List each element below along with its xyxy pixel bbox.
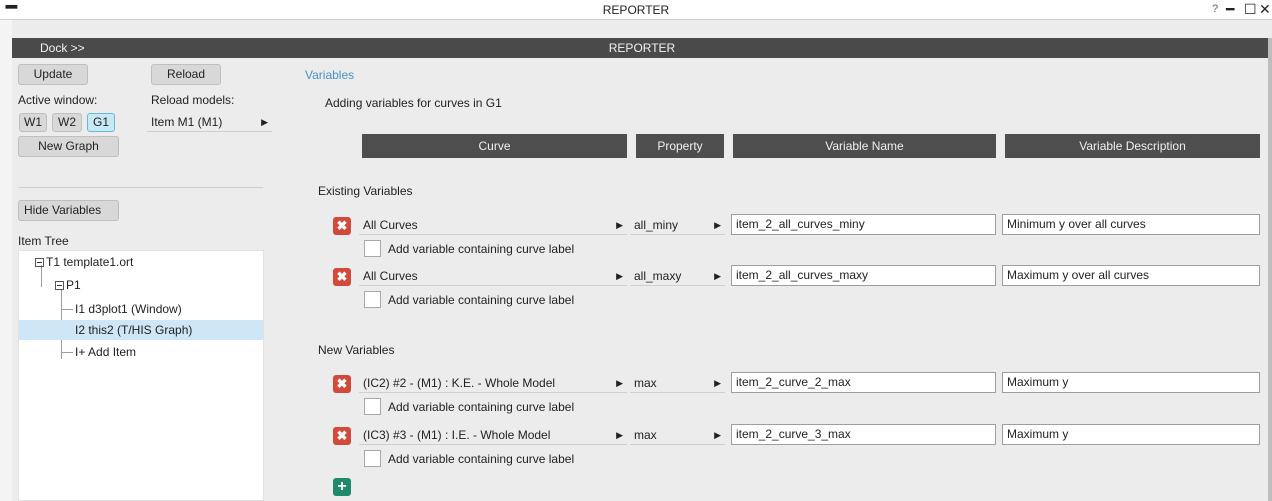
dock-button[interactable]: Dock >> [40,41,85,55]
delete-variable-button[interactable]: ✖ [333,268,351,286]
item-tree: T1 template1.ort P1 I1 d3plot1 (Window) … [18,250,264,501]
curve-value: (IC2) #2 - (M1) : K.E. - Whole Model [363,376,556,390]
left-edge [0,20,12,501]
variable-name-field[interactable]: item_2_curve_2_max [731,372,996,393]
collapse-icon[interactable] [35,258,44,267]
divider [18,187,263,188]
tree-connector [61,352,73,353]
property-dropdown[interactable]: max ▶ [630,373,725,393]
variable-description-field[interactable]: Maximum y [1002,424,1260,445]
variable-name-field[interactable]: item_2_all_curves_miny [731,214,996,235]
delete-variable-button[interactable]: ✖ [333,375,351,393]
curve-label-checkbox-label: Add variable containing curve label [388,293,575,307]
right-edge [1268,38,1272,501]
dropdown-arrow-icon: ▶ [616,271,623,281]
curve-value: All Curves [363,269,418,283]
variables-link[interactable]: Variables [305,68,354,82]
variable-name-field[interactable]: item_2_all_curves_maxy [731,265,996,286]
tree-node-label: I1 d3plot1 (Window) [75,302,182,316]
update-button[interactable]: Update [18,64,88,85]
help-icon[interactable]: ? [1212,3,1218,15]
property-value: all_maxy [634,269,682,283]
window-title: REPORTER [602,3,670,17]
variable-name-field[interactable]: item_2_curve_3_max [731,424,996,445]
dropdown-arrow-icon: ▶ [616,378,623,388]
curve-dropdown[interactable]: (IC2) #2 - (M1) : K.E. - Whole Model ▶ [359,373,627,393]
column-header-variable-description: Variable Description [1005,134,1260,158]
column-header-property: Property [636,134,724,158]
dropdown-arrow-icon: ▶ [714,271,721,281]
curve-label-checkbox[interactable] [364,450,381,467]
page-subtitle: Adding variables for curves in G1 [325,96,502,110]
curve-label-checkbox[interactable] [364,240,381,257]
variable-description-field[interactable]: Maximum y [1002,372,1260,393]
curve-value: (IC3) #3 - (M1) : I.E. - Whole Model [363,428,551,442]
reload-models-dropdown[interactable]: Item M1 (M1) ▶ [147,112,272,132]
dropdown-arrow-icon: ▶ [714,378,721,388]
delete-variable-button[interactable]: ✖ [333,217,351,235]
collapse-icon[interactable] [55,281,64,290]
tree-connector [61,309,73,310]
tree-item-graph[interactable]: I2 this2 (T/HIS Graph) [19,320,263,340]
curve-dropdown[interactable]: All Curves ▶ [359,266,627,286]
window-button-g1[interactable]: G1 [87,113,115,132]
column-header-variable-name: Variable Name [733,134,996,158]
dropdown-arrow-icon: ▶ [616,220,623,230]
tree-item-add[interactable]: I+ Add Item [75,342,136,362]
dropdown-arrow-icon: ▶ [261,117,268,127]
column-header-curve: Curve [362,134,627,158]
property-value: max [634,428,657,442]
existing-variables-heading: Existing Variables [318,184,413,198]
new-variables-heading: New Variables [318,343,395,357]
curve-dropdown[interactable]: (IC3) #3 - (M1) : I.E. - Whole Model ▶ [359,425,627,445]
property-dropdown[interactable]: max ▶ [630,425,725,445]
window-button-w1[interactable]: W1 [19,113,47,132]
curve-value: All Curves [363,218,418,232]
property-dropdown[interactable]: all_miny ▶ [630,215,725,235]
maximize-icon[interactable]: ☐ [1244,1,1257,18]
curve-label-checkbox[interactable] [364,398,381,415]
variable-description-field[interactable]: Minimum y over all curves [1002,214,1260,235]
tree-node-page[interactable]: P1 [55,275,81,295]
curve-label-checkbox-label: Add variable containing curve label [388,400,575,414]
reload-button[interactable]: Reload [151,64,221,85]
reload-models-value: Item M1 (M1) [151,115,223,129]
reload-models-label: Reload models: [151,93,235,107]
property-dropdown[interactable]: all_maxy ▶ [630,266,725,286]
close-icon[interactable]: ✕ [1259,1,1271,18]
curve-label-checkbox-label: Add variable containing curve label [388,242,575,256]
tree-item-window[interactable]: I1 d3plot1 (Window) [75,299,182,319]
delete-variable-button[interactable]: ✖ [333,427,351,445]
dock-bar: REPORTER Dock >> [12,38,1272,58]
curve-dropdown[interactable]: All Curves ▶ [359,215,627,235]
dock-title: REPORTER [608,41,676,55]
tree-node-template[interactable]: T1 template1.ort [35,252,133,272]
window-title-bar: ━ REPORTER ? ━ ☐ ✕ [0,0,1272,20]
curve-label-checkbox[interactable] [364,291,381,308]
dropdown-arrow-icon: ▶ [714,220,721,230]
active-window-label: Active window: [18,93,98,107]
variable-description-field[interactable]: Maximum y over all curves [1002,265,1260,286]
dropdown-arrow-icon: ▶ [714,430,721,440]
add-variable-button[interactable]: + [333,478,351,496]
new-graph-button[interactable]: New Graph [18,136,119,157]
property-value: all_miny [634,218,679,232]
tree-node-label: I2 this2 (T/HIS Graph) [75,323,193,337]
tree-node-label: I+ Add Item [75,345,137,359]
minimize-icon[interactable]: ━ [1226,1,1234,18]
tree-node-label: P1 [66,278,81,292]
curve-label-checkbox-label: Add variable containing curve label [388,452,575,466]
dropdown-arrow-icon: ▶ [616,430,623,440]
item-tree-label: Item Tree [18,234,69,248]
property-value: max [634,376,657,390]
tree-node-label: T1 template1.ort [46,255,134,269]
hide-variables-button[interactable]: Hide Variables [18,200,119,221]
window-button-w2[interactable]: W2 [52,113,82,132]
